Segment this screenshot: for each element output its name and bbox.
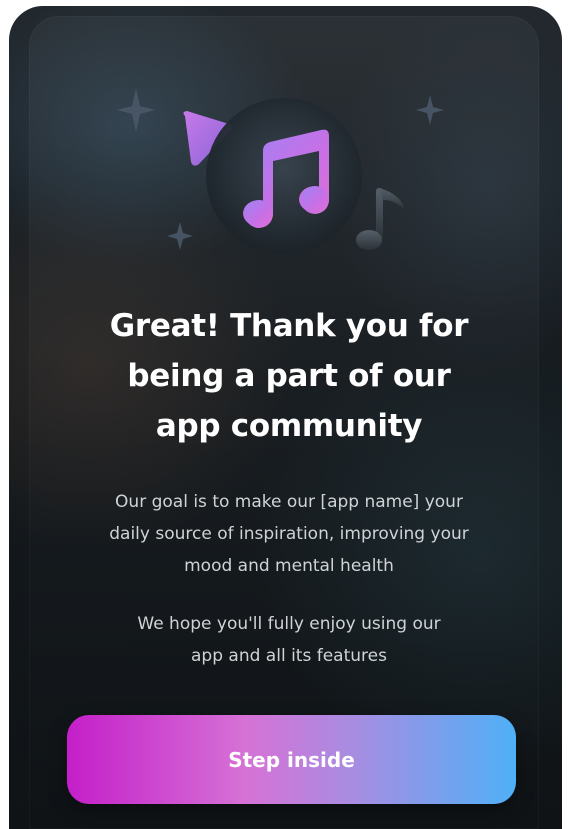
music-note-icon <box>356 188 405 250</box>
hope-line: app and all its features <box>191 646 387 666</box>
goal-line: mood and mental health <box>184 556 394 576</box>
hope-line: We hope you'll fully enjoy using our <box>137 614 441 634</box>
headline-line: being a part of our <box>127 358 451 394</box>
sparkle-icon <box>167 222 193 250</box>
sparkle-icon <box>117 88 155 132</box>
step-inside-button[interactable]: Step inside <box>67 715 516 804</box>
goal-line: Our goal is to make our [app name] your <box>115 492 463 512</box>
disc-shape <box>206 98 362 254</box>
onboarding-card: Great! Thank you for being a part of our… <box>9 6 562 829</box>
headline-line: app community <box>155 408 423 444</box>
hope-paragraph: We hope you'll fully enjoy using our app… <box>119 608 459 672</box>
sparkle-icon <box>416 95 444 125</box>
goal-paragraph: Our goal is to make our [app name] your … <box>69 486 509 582</box>
headline-line: Great! Thank you for <box>109 308 469 344</box>
headline: Great! Thank you for being a part of our… <box>49 301 529 451</box>
app-screen: Great! Thank you for being a part of our… <box>0 0 568 829</box>
goal-line: daily source of inspiration, improving y… <box>109 524 469 544</box>
music-illustration <box>117 88 444 254</box>
